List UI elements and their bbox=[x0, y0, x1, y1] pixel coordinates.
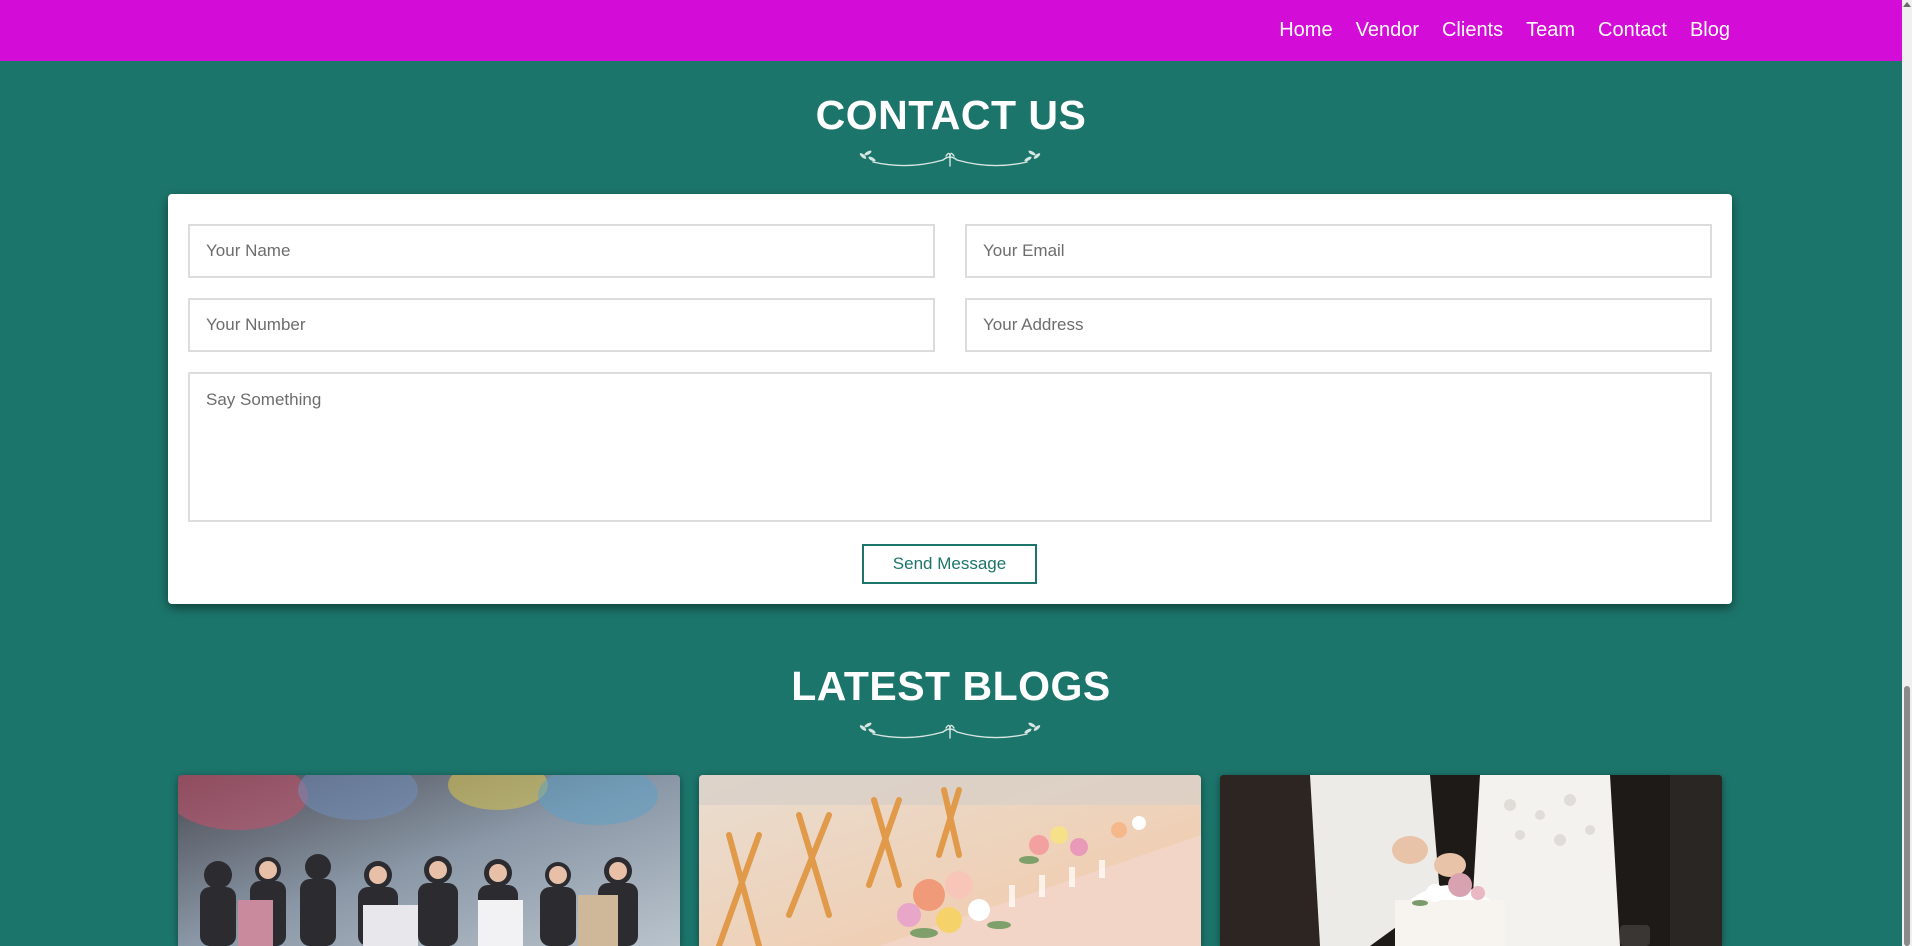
email-input[interactable] bbox=[965, 224, 1712, 278]
blog-card-party[interactable] bbox=[178, 775, 680, 946]
nav-links: Home Vendor Clients Team Contact Blog bbox=[1256, 0, 1730, 61]
page-scrollbar[interactable] bbox=[1902, 0, 1912, 946]
floral-table-image bbox=[699, 775, 1201, 946]
nav-link-blog[interactable]: Blog bbox=[1690, 19, 1730, 42]
send-message-button[interactable]: Send Message bbox=[862, 544, 1037, 584]
blog-card-table[interactable] bbox=[699, 775, 1201, 946]
number-input[interactable] bbox=[188, 298, 935, 352]
message-textarea[interactable] bbox=[188, 372, 1712, 522]
party-group-image bbox=[178, 775, 680, 946]
contact-form-card: Send Message bbox=[168, 194, 1732, 604]
scrollbar-thumb[interactable] bbox=[1904, 686, 1910, 946]
name-input[interactable] bbox=[188, 224, 935, 278]
address-input[interactable] bbox=[965, 298, 1712, 352]
nav-link-vendor[interactable]: Vendor bbox=[1356, 19, 1419, 42]
nav-link-team[interactable]: Team bbox=[1526, 19, 1575, 42]
scroll-up-arrow-icon[interactable] bbox=[1903, 2, 1911, 7]
floral-divider-icon bbox=[859, 722, 1041, 739]
nav-link-clients[interactable]: Clients bbox=[1442, 19, 1503, 42]
blogs-title: LATEST BLOGS bbox=[791, 663, 1111, 709]
floral-divider-icon bbox=[859, 150, 1041, 167]
blog-card-cake[interactable] bbox=[1220, 775, 1722, 946]
nav-link-home[interactable]: Home bbox=[1279, 19, 1332, 42]
wedding-cake-image bbox=[1220, 775, 1722, 946]
navbar: Home Vendor Clients Team Contact Blog bbox=[0, 0, 1902, 61]
nav-link-contact[interactable]: Contact bbox=[1598, 19, 1667, 42]
contact-title: CONTACT US bbox=[815, 92, 1087, 138]
